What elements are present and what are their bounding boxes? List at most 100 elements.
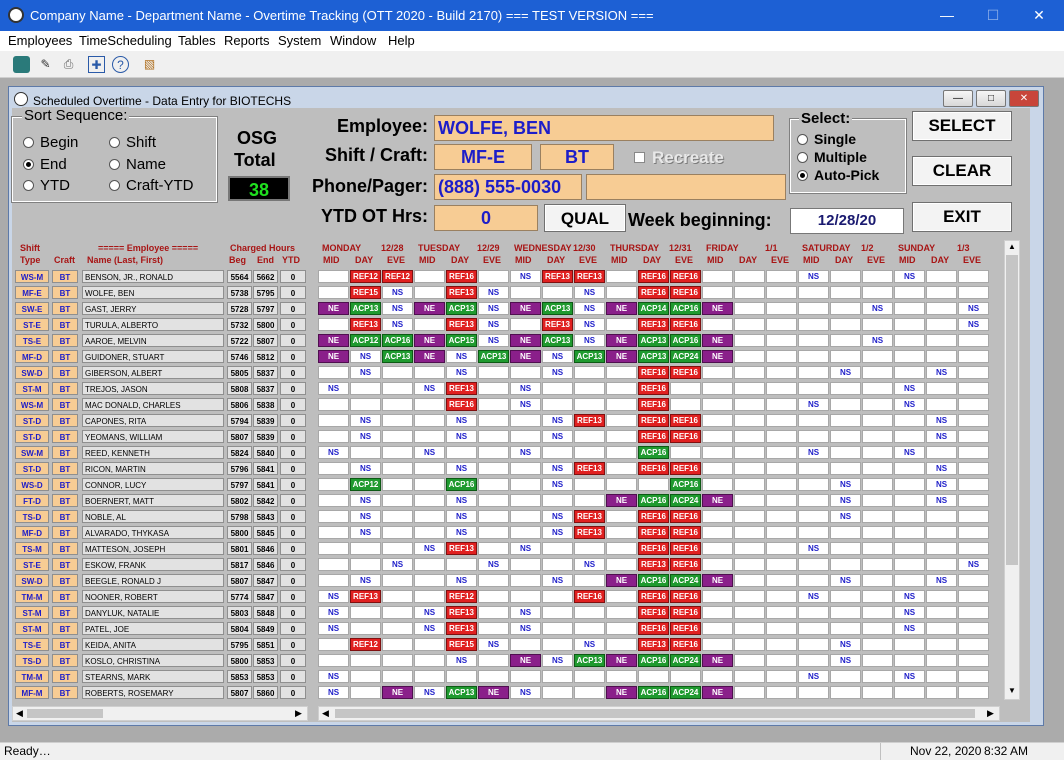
schedule-cell[interactable] [766,494,797,507]
schedule-cell[interactable] [926,526,957,539]
schedule-cell[interactable]: NS [446,462,477,475]
schedule-cell[interactable]: NS [862,334,893,347]
schedule-cell[interactable] [862,638,893,651]
schedule-cell[interactable] [702,590,733,603]
schedule-cell[interactable]: NS [510,398,541,411]
schedule-cell[interactable]: NE [702,494,733,507]
edit-icon[interactable]: ✎ [37,56,54,73]
schedule-cell[interactable] [862,686,893,699]
schedule-cell[interactable] [510,286,541,299]
schedule-cell[interactable] [958,590,989,603]
schedule-cell[interactable] [734,350,765,363]
schedule-cell[interactable] [478,270,509,283]
schedule-cell[interactable] [478,414,509,427]
schedule-cell[interactable]: ACP16 [382,334,413,347]
schedule-cell[interactable]: REF13 [446,286,477,299]
schedule-cell[interactable] [382,638,413,651]
schedule-cell[interactable]: NS [574,638,605,651]
schedule-cell[interactable] [574,446,605,459]
schedule-cell[interactable] [542,590,573,603]
schedule-cell[interactable] [830,430,861,443]
sort-shift-radio[interactable]: Shift [109,134,156,151]
schedule-cell[interactable] [382,382,413,395]
schedule-cell[interactable] [734,558,765,571]
schedule-cell[interactable] [702,430,733,443]
schedule-cell[interactable] [926,318,957,331]
schedule-cell[interactable] [830,398,861,411]
schedule-cell[interactable] [798,478,829,491]
schedule-cell[interactable] [926,334,957,347]
schedule-cell[interactable] [478,590,509,603]
table-row[interactable]: ST-D BT RICON, MARTIN 5796 5841 0 [12,461,309,476]
schedule-cell[interactable]: NS [382,558,413,571]
schedule-cell[interactable]: REF16 [670,606,701,619]
schedule-cell[interactable]: REF16 [638,622,669,635]
schedule-cell[interactable]: REF13 [638,638,669,651]
schedule-cell[interactable]: NS [830,638,861,651]
schedule-cell[interactable] [894,334,925,347]
schedule-cell[interactable]: NS [446,430,477,443]
schedule-cell[interactable]: NE [606,494,637,507]
help-icon[interactable]: ? [112,56,129,73]
shift-field[interactable]: MF-E [434,144,532,170]
schedule-cell[interactable] [798,510,829,523]
schedule-cell[interactable] [830,686,861,699]
schedule-cell[interactable]: REF16 [638,590,669,603]
schedule-cell[interactable] [702,670,733,683]
schedule-cell[interactable]: REF16 [638,526,669,539]
schedule-cell[interactable]: NS [446,366,477,379]
schedule-cell[interactable]: NS [830,654,861,667]
schedule-cell[interactable]: NS [382,302,413,315]
schedule-cell[interactable] [510,478,541,491]
schedule-cell[interactable] [894,574,925,587]
schedule-cell[interactable] [446,558,477,571]
schedule-cell[interactable] [382,510,413,523]
schedule-cell[interactable]: NS [830,510,861,523]
schedule-cell[interactable] [766,606,797,619]
scroll-down-icon[interactable]: ▼ [1006,686,1018,698]
schedule-cell[interactable] [734,334,765,347]
menu-help[interactable]: Help [388,31,415,51]
schedule-cell[interactable]: NS [542,478,573,491]
schedule-cell[interactable]: NE [478,686,509,699]
schedule-cell[interactable]: REF16 [670,510,701,523]
schedule-cell[interactable]: REF13 [350,590,381,603]
schedule-cell[interactable]: REF16 [638,462,669,475]
schedule-cell[interactable] [350,382,381,395]
schedule-cell[interactable]: NS [798,542,829,555]
table-row[interactable]: SW-E BT GAST, JERRY 5728 5797 0 [12,301,309,316]
schedule-cell[interactable] [734,574,765,587]
menu-timescheduling[interactable]: TimeScheduling [79,31,172,51]
schedule-cell[interactable] [862,414,893,427]
schedule-cell[interactable]: REF16 [574,590,605,603]
table-row[interactable]: WS-M BT MAC DONALD, CHARLES 5806 5838 0 [12,397,309,412]
minimize-button[interactable]: — [924,0,970,31]
schedule-cell[interactable] [510,670,541,683]
schedule-cell[interactable] [958,382,989,395]
schedule-cell[interactable] [478,574,509,587]
schedule-cell[interactable] [638,478,669,491]
schedule-cell[interactable]: NS [350,526,381,539]
schedule-cell[interactable]: NS [798,398,829,411]
schedule-cell[interactable] [798,414,829,427]
schedule-cell[interactable] [382,654,413,667]
schedule-cell[interactable] [862,430,893,443]
schedule-cell[interactable]: REF16 [670,462,701,475]
schedule-cell[interactable] [382,542,413,555]
schedule-cell[interactable] [766,638,797,651]
schedule-cell[interactable]: REF16 [670,430,701,443]
schedule-cell[interactable]: NS [446,526,477,539]
schedule-cell[interactable] [350,622,381,635]
schedule-cell[interactable] [510,590,541,603]
schedule-cell[interactable] [862,670,893,683]
schedule-cell[interactable] [862,382,893,395]
schedule-cell[interactable]: REF13 [446,318,477,331]
schedule-cell[interactable]: REF13 [446,606,477,619]
schedule-cell[interactable] [734,382,765,395]
schedule-cell[interactable] [414,270,445,283]
schedule-cell[interactable] [958,286,989,299]
schedule-cell[interactable] [414,478,445,491]
table-row[interactable]: ST-M BT PATEL, JOE 5804 5849 0 [12,621,309,636]
schedule-cell[interactable]: REF13 [638,318,669,331]
schedule-cell[interactable] [766,446,797,459]
